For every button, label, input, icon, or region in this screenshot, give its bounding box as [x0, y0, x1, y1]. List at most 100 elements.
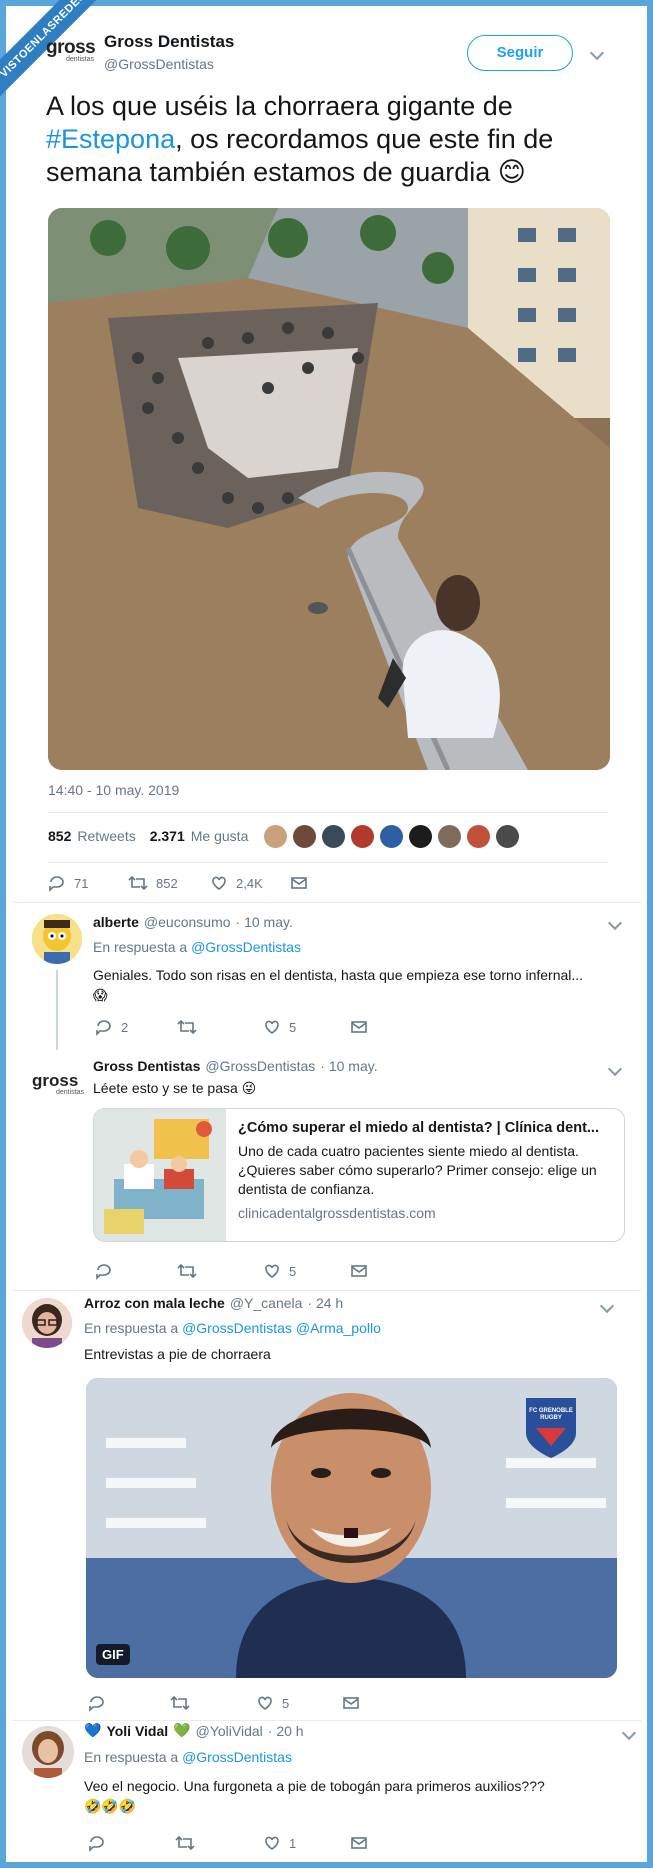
slide-photo-illustration — [48, 208, 610, 770]
liker-avatar[interactable] — [409, 825, 432, 848]
follow-button[interactable]: Seguir — [467, 35, 573, 71]
chevron-down-icon[interactable] — [589, 45, 605, 61]
chevron-down-icon[interactable] — [607, 1061, 623, 1077]
rofl-emoji: 🤣🤣🤣 — [84, 1798, 137, 1814]
reply-icon — [96, 1020, 111, 1036]
reply-avatar-alberte[interactable] — [32, 914, 82, 964]
message-action[interactable] — [350, 1834, 368, 1852]
in-reply-mention[interactable]: @GrossDentistas — [182, 1749, 292, 1765]
like-count: 5 — [282, 1695, 290, 1711]
envelope-icon — [351, 1021, 367, 1033]
green-heart-emoji: 💚 — [173, 1722, 191, 1738]
reply-action[interactable] — [88, 1694, 106, 1712]
hashtag-link[interactable]: #Estepona — [46, 124, 175, 154]
like-action[interactable]: 2,4K — [210, 874, 263, 892]
wink-emoji: 😜 — [241, 1080, 257, 1096]
reply-count: 2 — [121, 1019, 129, 1035]
liker-avatar[interactable] — [351, 825, 374, 848]
link-card-body: ¿Cómo superar el miedo al dentista? | Cl… — [226, 1109, 624, 1241]
retweet-action[interactable] — [177, 1262, 197, 1280]
reply-header: Arroz con mala leche @Y_canela · 24 h — [84, 1295, 343, 1311]
reply-date[interactable]: · 10 may. — [320, 1058, 377, 1074]
reply-action[interactable] — [95, 1262, 113, 1280]
heart-icon — [265, 1264, 279, 1278]
heart-icon — [265, 1020, 279, 1034]
in-reply-mention[interactable]: @GrossDentistas — [191, 939, 301, 955]
message-action[interactable] — [350, 1018, 368, 1036]
reply-text: Geniales. Todo son risas en el dentista,… — [93, 965, 623, 1005]
liker-avatar[interactable] — [380, 825, 403, 848]
reply-icon — [49, 876, 64, 892]
reply-header: alberte @euconsumo · 10 may. — [93, 914, 293, 930]
reply-avatar-arroz[interactable] — [22, 1298, 72, 1348]
reply-author-name[interactable]: Gross Dentistas — [93, 1058, 200, 1074]
retweet-count[interactable]: 852 — [48, 828, 71, 844]
reply-author-handle[interactable]: @euconsumo — [144, 914, 231, 930]
heart-icon — [212, 876, 226, 890]
reply-date[interactable]: · 24 h — [307, 1295, 343, 1311]
in-reply-to: En respuesta a @GrossDentistas — [93, 939, 301, 955]
reply-action[interactable]: 2 — [95, 1018, 128, 1036]
gif-frame-illustration — [86, 1378, 617, 1678]
divider — [12, 1290, 642, 1291]
like-count: 2,4K — [236, 875, 263, 891]
like-action[interactable]: 5 — [263, 1018, 296, 1036]
link-card-domain[interactable]: clinicadentalgrossdentistas.com — [238, 1205, 612, 1221]
retweet-action[interactable]: 852 — [128, 874, 178, 892]
reply-author-name[interactable]: Arroz con mala leche — [84, 1295, 225, 1311]
chevron-down-icon[interactable] — [621, 1725, 637, 1741]
reply-author-handle[interactable]: @Y_canela — [230, 1295, 303, 1311]
tweet-author-handle[interactable]: @GrossDentistas — [104, 56, 214, 72]
link-card[interactable]: ¿Cómo superar el miedo al dentista? | Cl… — [93, 1108, 625, 1242]
liker-avatar[interactable] — [496, 825, 519, 848]
gross-logo[interactable]: gross dentistas — [46, 38, 96, 70]
liker-avatar[interactable] — [438, 825, 461, 848]
chevron-down-icon[interactable] — [607, 915, 623, 931]
like-count[interactable]: 2.371 — [150, 828, 185, 844]
reply-author-name[interactable]: Yoli Vidal — [106, 1723, 168, 1739]
reply-avatar-yoli[interactable] — [22, 1726, 74, 1778]
in-reply-label: En respuesta a — [84, 1749, 179, 1765]
retweet-action[interactable] — [170, 1694, 190, 1712]
in-reply-label: En respuesta a — [93, 939, 188, 955]
tweet-photo[interactable] — [48, 208, 610, 770]
reply-author-name[interactable]: alberte — [93, 914, 139, 930]
like-action[interactable]: 1 — [263, 1834, 296, 1852]
reply-icon — [89, 1696, 104, 1712]
reply-date[interactable]: · 20 h — [268, 1723, 304, 1739]
tweet-timestamp[interactable]: 14:40 - 10 may. 2019 — [48, 782, 179, 798]
reply-action[interactable] — [88, 1834, 106, 1852]
like-action[interactable]: 5 — [256, 1694, 289, 1712]
tweet-author-name[interactable]: Gross Dentistas — [104, 32, 234, 52]
profile-photo-icon — [22, 1726, 74, 1778]
reply-author-handle[interactable]: @GrossDentistas — [205, 1058, 315, 1074]
message-action[interactable] — [350, 1262, 368, 1280]
liker-avatar[interactable] — [264, 825, 287, 848]
gif-media[interactable]: GIF FC GRENOBLE RUGBY — [86, 1378, 617, 1678]
divider — [12, 1720, 642, 1721]
reply-date[interactable]: · 10 may. — [236, 914, 293, 930]
reply-body: Geniales. Todo son risas en el dentista,… — [93, 967, 584, 983]
reply-header: Gross Dentistas @GrossDentistas · 10 may… — [93, 1058, 378, 1074]
retweet-action[interactable] — [175, 1834, 195, 1852]
retweet-label[interactable]: Retweets — [77, 828, 135, 844]
like-action[interactable]: 5 — [263, 1262, 296, 1280]
chevron-down-icon[interactable] — [599, 1298, 615, 1314]
reply-avatar-gross[interactable]: gross dentistas — [32, 1072, 84, 1096]
retweet-icon — [175, 1835, 195, 1851]
message-action[interactable] — [342, 1694, 360, 1712]
retweet-icon — [177, 1019, 197, 1035]
message-action[interactable] — [290, 874, 308, 892]
liker-avatar[interactable] — [467, 825, 490, 848]
liker-avatar[interactable] — [293, 825, 316, 848]
liker-avatar[interactable] — [322, 825, 345, 848]
retweet-action[interactable] — [177, 1018, 197, 1036]
in-reply-mention[interactable]: @GrossDentistas @Arma_pollo — [182, 1320, 381, 1336]
gif-badge: GIF — [96, 1644, 130, 1665]
scream-emoji: 😱 — [93, 987, 108, 1003]
like-label[interactable]: Me gusta — [191, 828, 249, 844]
reply-author-handle[interactable]: @YoliVidal — [196, 1723, 263, 1739]
reply-action[interactable]: 71 — [48, 874, 88, 892]
envelope-icon — [351, 1265, 367, 1277]
link-card-title[interactable]: ¿Cómo superar el miedo al dentista? | Cl… — [238, 1119, 612, 1138]
